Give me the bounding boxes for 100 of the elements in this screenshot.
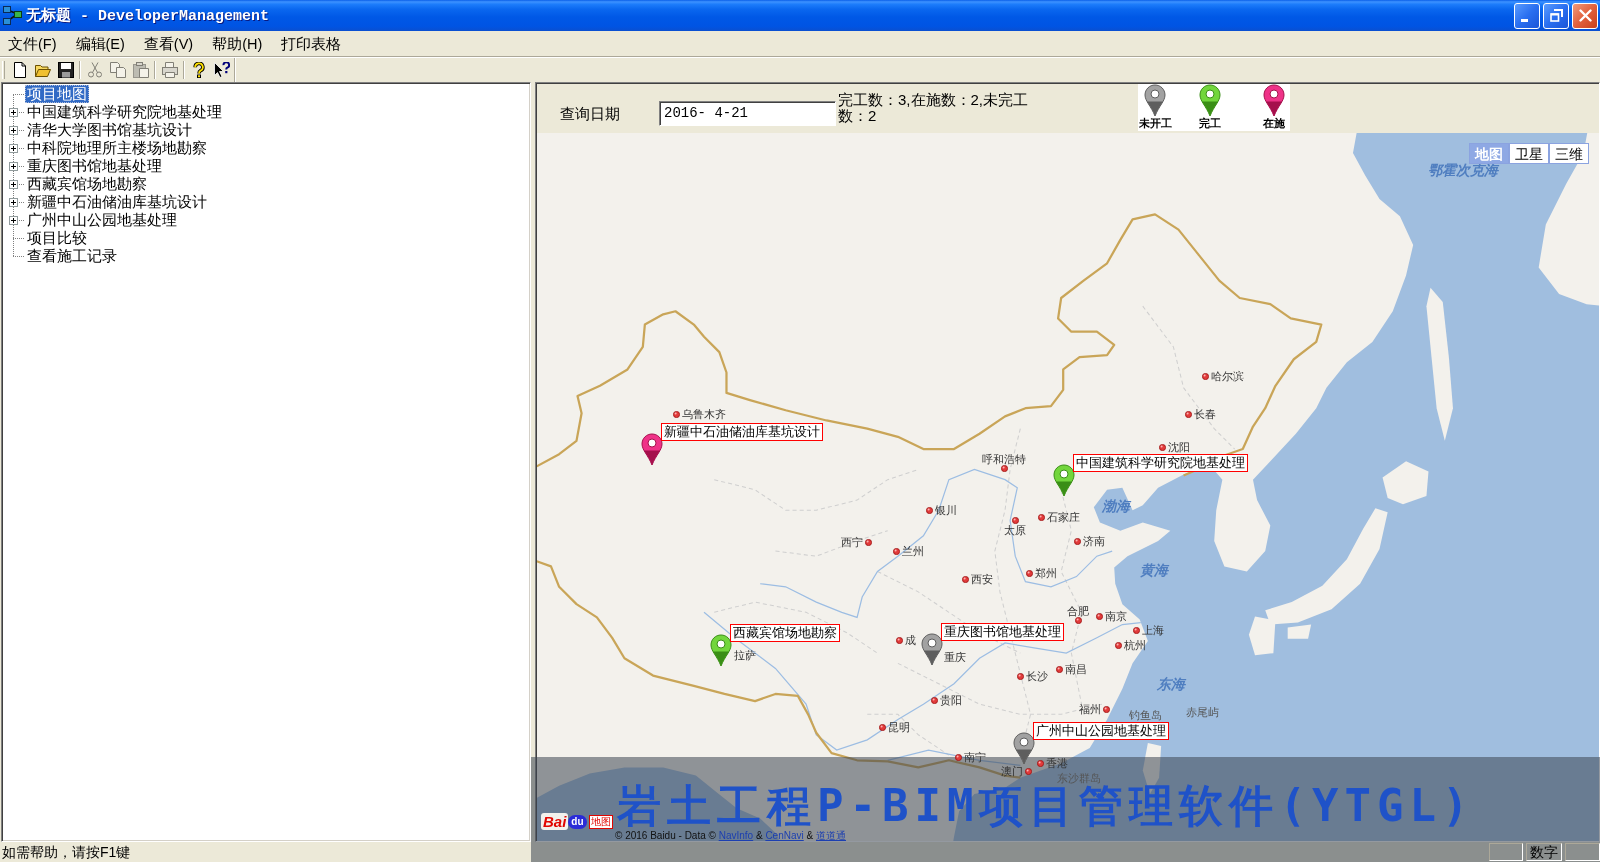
tree-item[interactable]: 中科院地理所主楼场地勘察 — [25, 139, 209, 157]
city-dot-icon — [1000, 464, 1008, 472]
menu-item[interactable]: 编辑(E) — [68, 33, 132, 54]
close-icon — [1578, 9, 1592, 22]
sea-label: 鄂霍次克海 — [1428, 162, 1498, 178]
city-dot-icon — [1102, 705, 1110, 713]
sea-label: 黄海 — [1140, 562, 1168, 578]
city-dot-icon — [925, 506, 933, 514]
city-label: 沈阳 — [1167, 441, 1190, 453]
city-dot-icon — [895, 636, 903, 644]
map-pin-icon[interactable] — [921, 633, 943, 666]
expand-icon[interactable] — [9, 162, 18, 171]
city-label: 西安 — [970, 573, 993, 585]
city-dot-icon — [672, 410, 680, 418]
project-label[interactable]: 新疆中石油储油库基坑设计 — [661, 423, 823, 441]
island-label: 赤尾屿 — [1186, 706, 1219, 718]
tree-item[interactable]: 清华大学图书馆基坑设计 — [25, 121, 194, 139]
menu-item[interactable]: 帮助(H) — [205, 33, 270, 54]
city-label: 长春 — [1193, 408, 1216, 420]
city-dot-icon — [1025, 569, 1033, 577]
tree-item[interactable]: 项目地图 — [25, 85, 89, 103]
printer-icon — [161, 62, 178, 78]
tree-item[interactable]: 项目比较 — [25, 229, 89, 247]
sea-label: 渤海 — [1102, 498, 1130, 514]
map-pin-icon[interactable] — [641, 433, 663, 466]
expand-icon[interactable] — [9, 144, 18, 153]
island-drawing — [1382, 461, 1429, 505]
project-label[interactable]: 广州中山公园地基处理 — [1033, 722, 1169, 740]
tree-item[interactable]: 西藏宾馆场地勘察 — [25, 175, 149, 193]
expand-icon[interactable] — [9, 180, 18, 189]
legend-label: 未开工 — [1138, 117, 1172, 130]
city-dot-icon — [1095, 612, 1103, 620]
city-dot-icon — [878, 723, 886, 731]
legend-label: 在施 — [1263, 117, 1285, 130]
map-type-tab[interactable]: 卫星 — [1509, 143, 1549, 164]
map-pin-icon[interactable] — [1013, 732, 1035, 765]
city-dot-icon — [892, 547, 900, 555]
status-panel — [1489, 843, 1523, 861]
city-label: 合肥 — [1067, 604, 1089, 617]
close-button[interactable] — [1572, 2, 1598, 29]
city-dot-icon — [1184, 410, 1192, 418]
project-label[interactable]: 西藏宾馆场地勘察 — [730, 624, 840, 642]
expand-icon[interactable] — [9, 216, 18, 225]
city-dot-icon — [1074, 616, 1082, 624]
city-label: 昆明 — [887, 721, 910, 733]
city-label: 石家庄 — [1046, 511, 1080, 523]
tree-item[interactable]: 中国建筑科学研究院地基处理 — [25, 103, 224, 121]
copyright-text: © 2016 Baidu - Data © NavInfo & CenNavi & 道道通 — [615, 830, 846, 841]
status-panel — [1565, 843, 1600, 861]
tree-item[interactable]: 新疆中石油储油库基坑设计 — [25, 193, 209, 211]
minimize-icon — [1521, 19, 1528, 22]
city-label: 太原 — [1004, 523, 1026, 536]
city-dot-icon — [1114, 641, 1122, 649]
city-label: 哈尔滨 — [1210, 370, 1244, 382]
restore-button[interactable] — [1543, 2, 1569, 29]
tree-item[interactable]: 广州中山公园地基处理 — [25, 211, 179, 229]
city-label: 成 — [904, 634, 916, 646]
expand-icon[interactable] — [9, 126, 18, 135]
restore-icon — [1549, 9, 1563, 22]
map-pin-icon[interactable] — [710, 634, 732, 667]
folder-icon — [34, 62, 51, 78]
city-label: 重庆 — [944, 651, 966, 663]
project-label[interactable]: 中国建筑科学研究院地基处理 — [1073, 454, 1248, 472]
menu-item[interactable]: 查看(V) — [136, 33, 201, 54]
tree-item[interactable]: 重庆图书馆地基处理 — [25, 157, 164, 175]
city-label: 西宁 — [840, 536, 863, 548]
copy-icon — [109, 62, 126, 78]
toolbar-grip[interactable] — [2, 61, 5, 79]
project-summary: 完工数：3,在施数：2,未完工数：2 — [838, 92, 1030, 124]
query-date-label: 查询日期 — [560, 105, 620, 123]
banner-title: 岩土工程P-BIM项目管理软件(YTGL) — [617, 784, 1475, 828]
city-dot-icon — [954, 753, 962, 761]
city-label: 拉萨 — [734, 649, 756, 661]
map-type-tab[interactable]: 三维 — [1549, 143, 1589, 164]
city-dot-icon — [1016, 672, 1024, 680]
nodes-icon — [3, 6, 22, 25]
city-dot-icon — [1011, 516, 1019, 524]
menu-item[interactable]: 文件(F) — [1, 33, 64, 54]
city-dot-icon — [930, 696, 938, 704]
city-dot-icon — [1132, 626, 1140, 634]
menu-item[interactable]: 打印表格 — [274, 33, 349, 54]
expand-icon[interactable] — [9, 108, 18, 117]
project-label[interactable]: 重庆图书馆地基处理 — [941, 623, 1064, 641]
date-field[interactable]: 2016- 4-21 — [659, 101, 836, 126]
city-label: 兰州 — [901, 545, 924, 557]
map-pin-icon[interactable] — [1053, 464, 1075, 497]
city-label: 乌鲁木齐 — [681, 408, 726, 420]
city-dot-icon — [961, 575, 969, 583]
scissors-icon — [86, 62, 103, 78]
city-label: 上海 — [1141, 624, 1164, 636]
city-dot-icon — [1201, 372, 1209, 380]
minimize-button[interactable] — [1514, 2, 1540, 29]
tree-item[interactable]: 查看施工记录 — [25, 247, 119, 265]
city-dot-icon — [1055, 665, 1063, 673]
city-label: 南昌 — [1064, 663, 1087, 675]
island-label: 钓鱼岛 — [1129, 709, 1162, 721]
city-label: 长沙 — [1025, 670, 1048, 682]
expand-icon[interactable] — [9, 198, 18, 207]
city-label: 银川 — [934, 504, 957, 516]
city-label: 澳门 — [1000, 765, 1023, 777]
